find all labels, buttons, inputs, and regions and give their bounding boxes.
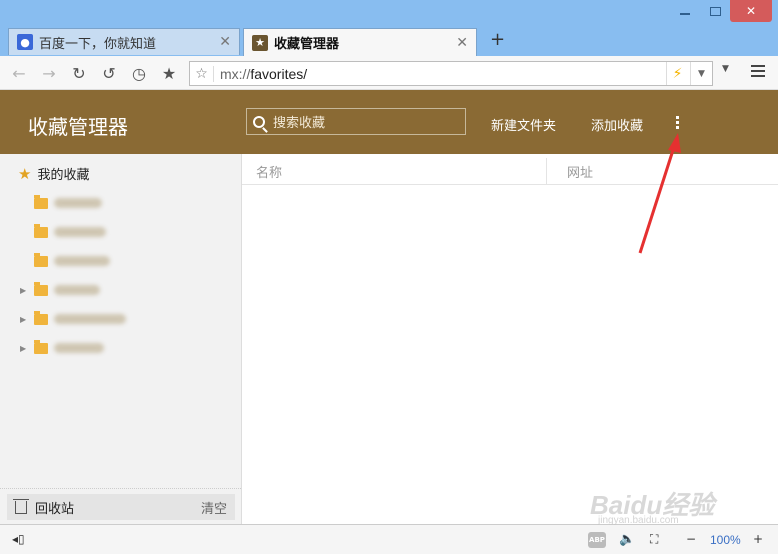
search-icon [253, 115, 265, 128]
sidebar-folder[interactable]: ▶ [20, 280, 100, 300]
sidebar-folder[interactable]: ▶ [20, 309, 126, 329]
folder-name-blurred [54, 314, 126, 324]
back-icon[interactable]: ← [8, 62, 30, 84]
favorites-header: 收藏管理器 搜索收藏 新建文件夹 添加收藏 [0, 90, 778, 154]
star-badge-icon: ★ [252, 34, 268, 51]
zoom-in-icon[interactable]: + [753, 532, 763, 546]
lightning-icon[interactable]: ⚡ [666, 62, 688, 85]
adblock-icon[interactable]: ABP [588, 532, 606, 548]
new-tab-button[interactable]: + [490, 29, 505, 50]
column-headers: 名称 网址 [242, 154, 778, 185]
column-header-name[interactable]: 名称 [256, 162, 282, 181]
tab-label: 百度一下，你就知道 [39, 36, 157, 52]
minimize-button[interactable] [670, 0, 700, 22]
folder-icon [34, 310, 48, 325]
folder-icon [34, 252, 48, 267]
tab-favorites-manager[interactable]: ★ 收藏管理器 ✕ [243, 28, 477, 56]
navigation-toolbar: ← → ↻ ↺ ◷ ★ ☆ mx://favorites/ ⚡ ▼ [0, 56, 778, 90]
new-folder-button[interactable]: 新建文件夹 [491, 115, 556, 134]
forward-icon[interactable]: → [38, 62, 60, 84]
bookmark-star-icon[interactable]: ☆ [190, 65, 214, 82]
sidebar-folder[interactable]: ▶ [20, 338, 104, 358]
baidu-paw-icon: ● [17, 34, 33, 50]
tab-close-icon[interactable]: ✕ [219, 34, 231, 50]
column-divider[interactable] [546, 158, 547, 184]
speaker-icon[interactable]: 🔈 [619, 532, 635, 547]
expand-triangle-icon[interactable]: ▶ [20, 286, 34, 295]
star-icon: ★ [18, 164, 32, 183]
search-placeholder: 搜索收藏 [273, 116, 326, 131]
favorites-list: 名称 网址 [242, 154, 778, 524]
zoom-out-icon[interactable]: − [686, 532, 696, 546]
favorites-star-icon[interactable]: ★ [158, 62, 180, 84]
fullscreen-icon[interactable]: ⛶ [650, 532, 658, 547]
maximize-button[interactable] [700, 0, 730, 22]
folder-name-blurred [54, 198, 102, 208]
recycle-bin-label: 回收站 [35, 501, 75, 517]
sidebar-folder[interactable] [20, 222, 106, 242]
title-bar: ✕ ● 百度一下，你就知道 ✕ ★ 收藏管理器 ✕ + [0, 0, 778, 56]
recycle-bin-row[interactable]: 回收站 清空 [7, 494, 235, 520]
search-input[interactable]: 搜索收藏 [246, 108, 466, 135]
undo-icon[interactable]: ↺ [98, 62, 120, 84]
close-window-button[interactable]: ✕ [730, 0, 772, 22]
url-scheme: mx:// [220, 65, 251, 82]
sidebar-folder[interactable] [20, 251, 110, 271]
menu-icon[interactable] [751, 62, 765, 80]
tab-label: 收藏管理器 [274, 37, 340, 52]
column-header-url[interactable]: 网址 [567, 162, 593, 181]
trash-icon [13, 498, 29, 514]
folder-name-blurred [54, 343, 104, 353]
address-bar[interactable]: ☆ mx://favorites/ ⚡ ▼ [189, 61, 713, 86]
sidebar-folder[interactable] [20, 193, 102, 213]
maximize-icon [709, 6, 721, 16]
zoom-level[interactable]: 100% [710, 533, 741, 547]
tab-close-icon[interactable]: ✕ [456, 35, 468, 51]
sidebar-item-label: 我的收藏 [37, 168, 90, 183]
window-controls: ✕ [670, 0, 772, 22]
status-bar: ◂▯ ABP 🔈 ⛶ − 100% + [0, 524, 778, 554]
expand-triangle-icon[interactable]: ▶ [20, 344, 34, 353]
sidebar-item-my-favorites[interactable]: ★ 我的收藏 [18, 164, 90, 184]
folder-icon [34, 281, 48, 296]
sidebar-toggle-icon[interactable]: ◂▯ [12, 532, 25, 546]
address-url: mx://favorites/ [214, 66, 307, 82]
chevron-down-icon[interactable]: ▼ [690, 62, 712, 85]
folder-name-blurred [54, 227, 106, 237]
minimize-icon [680, 13, 690, 15]
add-favorite-button[interactable]: 添加收藏 [591, 115, 643, 134]
folder-name-blurred [54, 285, 100, 295]
tab-baidu[interactable]: ● 百度一下，你就知道 ✕ [8, 28, 240, 55]
folder-icon [34, 194, 48, 209]
clear-button[interactable]: 清空 [201, 498, 227, 517]
folder-icon [34, 339, 48, 354]
more-options-icon[interactable] [676, 116, 679, 131]
history-icon[interactable]: ◷ [128, 62, 150, 84]
url-path: favorites/ [250, 65, 308, 82]
expand-triangle-icon[interactable]: ▶ [20, 315, 34, 324]
reload-icon[interactable]: ↻ [68, 62, 90, 84]
sidebar-divider [0, 488, 241, 489]
page-title: 收藏管理器 [28, 115, 128, 139]
folder-name-blurred [54, 256, 110, 266]
favorites-sidebar: ★ 我的收藏 ▶ ▶ ▶ 回收站 清空 [0, 154, 242, 524]
toolbar-dropdown-icon[interactable]: ▼ [722, 64, 729, 74]
folder-icon [34, 223, 48, 238]
watermark-url: jingyan.baidu.com [598, 515, 679, 526]
